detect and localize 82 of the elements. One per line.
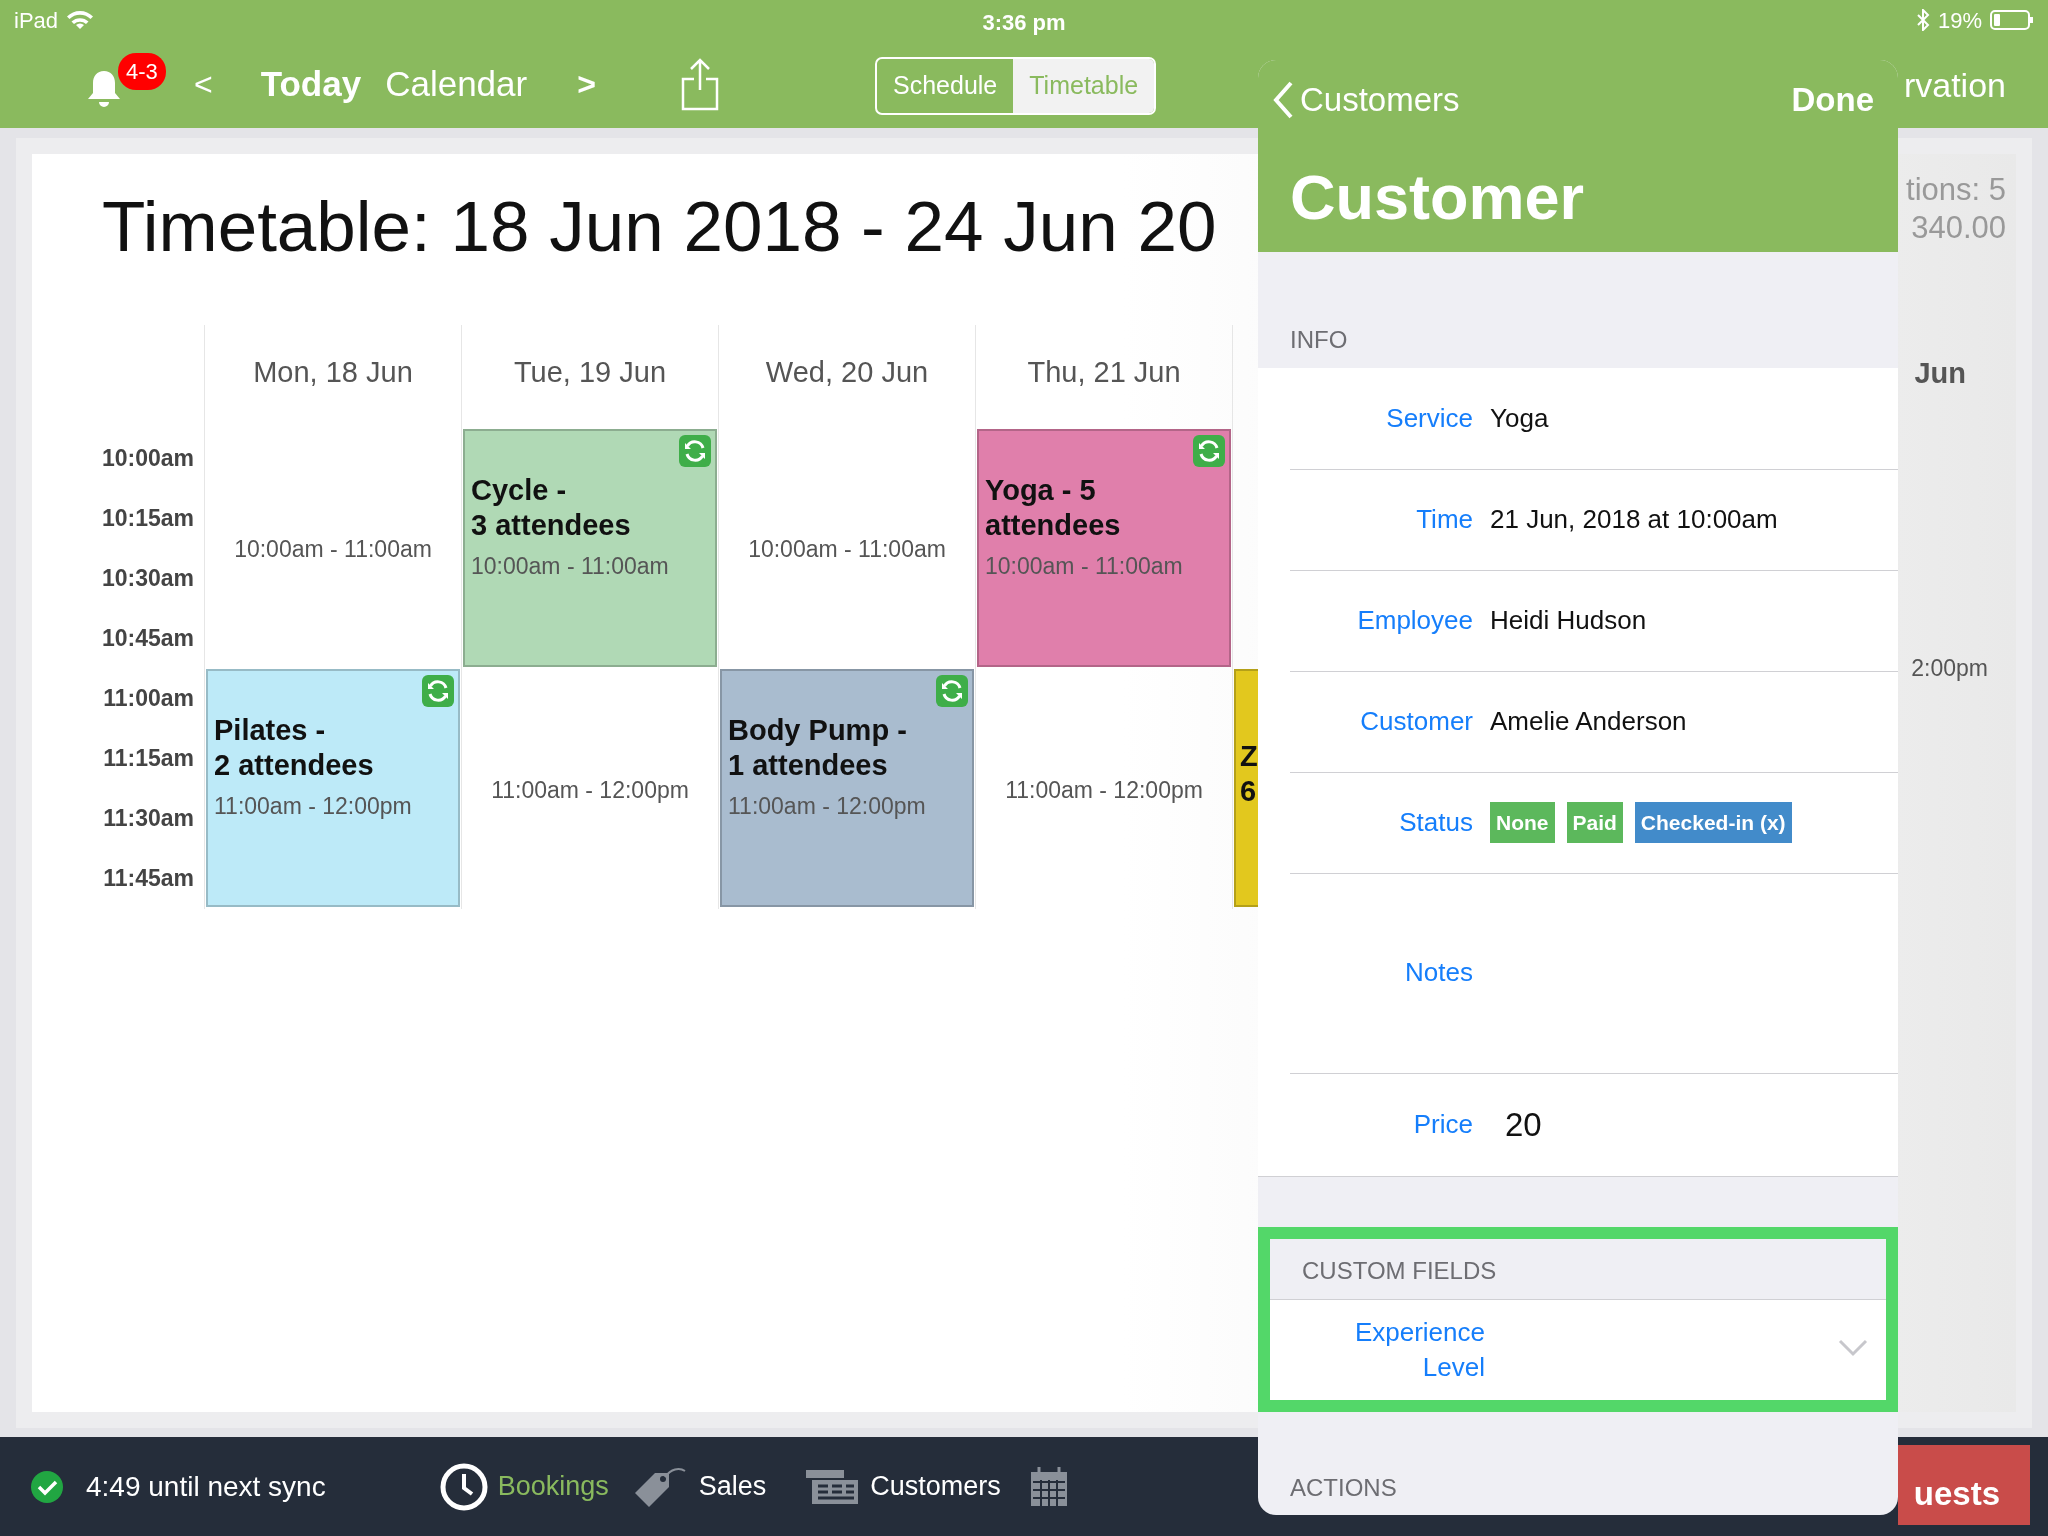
timetable-title: Timetable: 18 Jun 2018 - 24 Jun 20 [101, 186, 1218, 268]
segment-tab[interactable]: Schedule [877, 59, 1014, 113]
section-header: INFO [1290, 326, 1348, 353]
section-header: ACTIONS [1290, 1474, 1397, 1501]
field-value: Heidi Hudson [1490, 604, 1647, 637]
free-slot-time: 11:00am - 12:00pm [1005, 775, 1203, 805]
day-header: Wed, 20 Jun [765, 356, 929, 388]
time-label: 11:45am [102, 864, 195, 893]
event-time: 10:00am - 11:00am [985, 551, 1184, 581]
status-tag[interactable]: Checked-in (x) [1634, 801, 1792, 844]
day-header: Jun [1914, 357, 1966, 389]
check-circle-icon [30, 1469, 64, 1504]
popover-title: Customer [1289, 161, 1586, 234]
free-slot-time: 2:00pm [1911, 654, 1988, 681]
time-label: 11:15am [102, 744, 195, 773]
calendar-icon [1028, 1465, 1069, 1508]
clock-time: 3:36 pm [982, 9, 1066, 37]
time-label: 10:00am [100, 444, 195, 473]
free-slot-time: 10:00am - 11:00am [234, 534, 432, 564]
tab-button[interactable] [1028, 1465, 1069, 1508]
calendar-button[interactable]: Calendar [385, 57, 528, 111]
status-tag[interactable]: Paid [1566, 801, 1623, 844]
event-time: 11:00am - 12:00pm [728, 791, 927, 821]
done-button[interactable]: Done [1791, 75, 1874, 125]
battery-percent: 19% [1937, 6, 1982, 35]
time-label: 10:15am [100, 504, 195, 533]
requests-button[interactable]: uests [1898, 1445, 2030, 1525]
time-label: 11:30am [102, 804, 195, 833]
today-button[interactable]: Today [260, 57, 362, 111]
sync-status: 4:49 until next sync [86, 1469, 326, 1504]
segment-tab[interactable]: Timetable [1013, 59, 1155, 113]
day-header: Mon, 18 Jun [253, 356, 413, 388]
time-label: 10:45am [100, 624, 195, 653]
time-label: 11:00am [102, 684, 195, 713]
field-label: Notes [1404, 956, 1473, 990]
section-header: CUSTOM FIELDS [1302, 1257, 1497, 1284]
clock-icon [439, 1462, 488, 1511]
summary-text: tions: 5 [1906, 172, 2006, 207]
event-time: 10:00am - 11:00am [471, 551, 670, 581]
class-event[interactable]: Body Pump - 1 attendees 11:00am - 12:00pm [720, 669, 974, 907]
event-title: Z 6 [1240, 739, 1259, 809]
tab-button[interactable]: Sales [630, 1464, 767, 1509]
wifi-icon [66, 9, 95, 31]
back-button[interactable]: Customers [1272, 75, 1460, 125]
field-label: Service [1385, 401, 1473, 435]
field-label: Price [1412, 1107, 1473, 1141]
class-event[interactable]: Cycle - 3 attendees 10:00am - 11:00am [463, 429, 717, 667]
field-value: 21 Jun, 2018 at 10:00am [1490, 503, 1778, 536]
bluetooth-icon [1915, 9, 1930, 31]
field-value: Yoga [1490, 402, 1549, 435]
chevron-left-icon [1272, 80, 1294, 120]
free-slot-time: 11:00am - 12:00pm [491, 775, 689, 805]
event-title: Cycle - 3 attendees [471, 473, 632, 543]
reservation-title: rvation [1903, 65, 2006, 106]
status-tag[interactable]: None [1490, 801, 1555, 844]
battery-icon [1990, 9, 2034, 31]
day-header: Tue, 19 Jun [513, 356, 667, 388]
summary-text: 340.00 [1911, 210, 2006, 245]
class-event[interactable]: Pilates - 2 attendees 11:00am - 12:00pm [206, 669, 460, 907]
field-label: Customer [1359, 704, 1473, 738]
field-label: Experience Level [1353, 1315, 1485, 1384]
tab-button[interactable]: Customers [804, 1466, 1001, 1507]
event-title: Body Pump - 1 attendees [728, 713, 908, 783]
day-header: Thu, 21 Jun [1027, 356, 1181, 388]
field-label: Status [1398, 805, 1473, 839]
price-field[interactable]: 20 [1505, 1099, 1625, 1150]
free-slot-time: 10:00am - 11:00am [748, 534, 946, 564]
notification-badge: 4-3 [118, 53, 166, 90]
field-label: Time [1415, 502, 1473, 536]
event-title: Pilates - 2 attendees [214, 713, 375, 783]
device-name: iPad [14, 6, 59, 35]
event-title: Yoga - 5 attendees [985, 473, 1122, 543]
field-value: Amelie Anderson [1490, 705, 1687, 738]
class-event[interactable]: Yoga - 5 attendees 10:00am - 11:00am [977, 429, 1231, 667]
tab-button[interactable]: Bookings [439, 1462, 609, 1511]
register-icon [804, 1467, 861, 1506]
event-time: 11:00am - 12:00pm [214, 791, 413, 821]
next-button[interactable]: > [577, 60, 596, 108]
field-label: Employee [1356, 603, 1473, 637]
time-label: 10:30am [100, 564, 195, 593]
previous-button[interactable]: < [194, 60, 213, 108]
share-icon[interactable] [679, 57, 720, 111]
